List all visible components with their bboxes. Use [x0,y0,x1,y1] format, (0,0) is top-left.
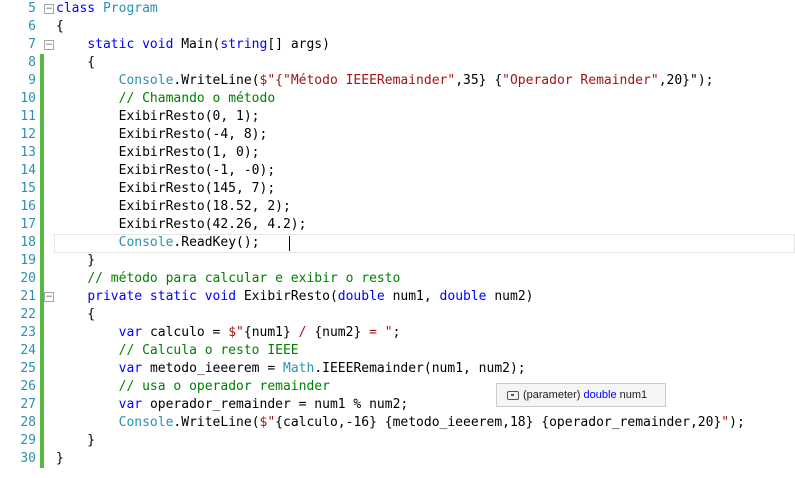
parameter-icon [507,390,519,400]
line-number: 8 [28,55,36,70]
code-line[interactable]: // método para calcular e exibir o resto [56,270,400,288]
code-line[interactable]: // Calcula o resto IEEE [56,342,299,360]
line-number: 21 [20,289,36,304]
line-number: 19 [20,253,36,268]
fold-main-toggle[interactable]: − [44,40,54,50]
line-number: 6 [28,19,36,34]
tooltip-kind: (parameter) [523,389,581,401]
fold-exibir-toggle[interactable]: − [44,292,54,302]
line-number: 15 [20,181,36,196]
line-number: 24 [20,343,36,358]
code-line[interactable]: { [56,54,95,72]
line-number: 23 [20,325,36,340]
text-caret [289,236,290,251]
code-line[interactable]: Console.WriteLine($"{"Método IEEERemaind… [56,72,714,90]
code-line[interactable]: Console.ReadKey(); [56,234,260,252]
code-line[interactable]: ExibirResto(1, 0); [56,144,260,162]
code-line[interactable]: ExibirResto(-1, -0); [56,162,276,180]
line-number: 29 [20,433,36,448]
line-number: 18 [20,235,36,250]
line-number: 30 [20,451,36,466]
code-line[interactable]: ExibirResto(145, 7); [56,180,276,198]
code-line[interactable]: // Chamando o método [56,90,276,108]
code-line[interactable]: class Program [56,0,158,18]
code-line[interactable]: // usa o operador remainder [56,378,330,396]
line-number: 25 [20,361,36,376]
line-number: 9 [28,73,36,88]
code-line[interactable]: } [56,252,95,270]
line-number: 12 [20,127,36,142]
line-number: 22 [20,307,36,322]
line-number: 14 [20,163,36,178]
code-line[interactable]: { [56,306,95,324]
line-number: 28 [20,415,36,430]
code-line[interactable]: ExibirResto(42.26, 4.2); [56,216,307,234]
code-line[interactable]: } [56,432,95,450]
line-number: 13 [20,145,36,160]
code-line[interactable]: ExibirResto(-4, 8); [56,126,268,144]
code-line[interactable]: Console.WriteLine($"{calculo,-16} {metod… [56,414,745,432]
tooltip-param-name: num1 [619,389,648,401]
code-line[interactable]: var operador_remainder = num1 % num2; [56,396,409,414]
line-number: 10 [20,91,36,106]
code-line[interactable]: var calculo = $"{num1} / {num2} = "; [56,324,401,342]
tooltip-type: double [583,389,617,401]
line-number: 7 [28,37,36,52]
line-number: 16 [20,199,36,214]
code-line[interactable]: { [56,18,64,36]
line-number: 26 [20,379,36,394]
line-number: 5 [28,1,36,16]
line-number: 20 [20,271,36,286]
code-line[interactable]: ExibirResto(0, 1); [56,108,260,126]
code-line[interactable]: } [56,450,64,468]
line-number: 27 [20,397,36,412]
code-line[interactable]: var metodo_ieeerem = Math.IEEERemainder(… [56,360,526,378]
code-line[interactable]: ExibirResto(18.52, 2); [56,198,291,216]
parameter-tooltip: (parameter) double num1 [496,383,666,407]
line-number: 11 [20,109,36,124]
line-number: 17 [20,217,36,232]
code-line[interactable]: static void Main(string[] args) [56,36,330,54]
fold-class-toggle[interactable]: − [44,4,54,14]
code-line[interactable]: private static void ExibirResto(double n… [56,288,533,306]
